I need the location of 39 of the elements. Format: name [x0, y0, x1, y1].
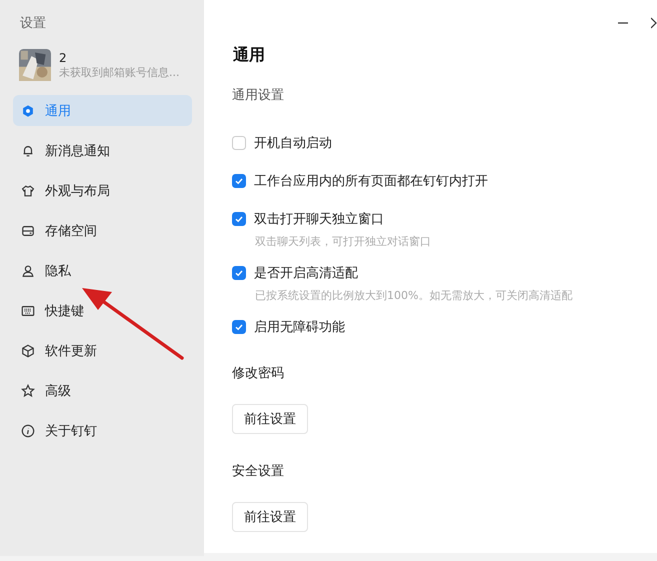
option-hint: 双击聊天列表，可打开独立对话窗口	[255, 234, 432, 249]
checkbox[interactable]	[232, 320, 246, 334]
sidebar-item[interactable]: 新消息通知	[13, 135, 192, 166]
option-label: 是否开启高清适配	[254, 265, 358, 282]
star-icon	[21, 384, 35, 398]
page-heading: 通用	[233, 45, 266, 66]
option-label: 工作台应用内的所有页面都在钉钉内打开	[254, 173, 488, 190]
hexagon-icon	[21, 104, 35, 118]
option-label: 开机自动启动	[254, 135, 332, 152]
sidebar-item[interactable]: 快捷键	[13, 295, 192, 326]
keyboard-icon	[21, 304, 35, 318]
settings-button[interactable]: 前往设置	[232, 502, 308, 532]
sidebar-item[interactable]: 高级	[13, 375, 192, 406]
cube-icon	[21, 344, 35, 358]
sidebar-item[interactable]: 软件更新	[13, 335, 192, 366]
drive-icon	[21, 224, 35, 238]
bell-icon	[21, 144, 35, 158]
sidebar-item[interactable]: 关于钉钉	[13, 415, 192, 446]
checkbox[interactable]	[232, 266, 246, 280]
checkbox[interactable]	[232, 212, 246, 226]
person-icon	[21, 264, 35, 278]
sidebar-item[interactable]: 外观与布局	[13, 175, 192, 206]
close-icon[interactable]	[651, 17, 657, 29]
sidebar-title: 设置	[19, 15, 47, 32]
group-title: 安全设置	[232, 463, 285, 480]
shirt-icon	[21, 184, 35, 198]
info-icon	[21, 424, 35, 438]
option-label: 启用无障碍功能	[254, 319, 345, 336]
sidebar-item[interactable]: 存储空间	[13, 215, 192, 246]
option-label: 双击打开聊天独立窗口	[254, 211, 384, 228]
profile-subtitle: 未获取到邮箱账号信息...	[59, 64, 180, 80]
settings-button[interactable]: 前往设置	[232, 404, 308, 434]
checkbox[interactable]	[232, 174, 246, 188]
checkbox[interactable]	[232, 136, 246, 150]
option-hint: 已按系统设置的比例放大到100%。如无需放大，可关闭高清适配	[255, 288, 574, 303]
group-title: 修改密码	[232, 365, 285, 382]
profile-name: 2	[59, 50, 68, 64]
section-title: 通用设置	[232, 87, 285, 104]
sidebar-item[interactable]: 隐私	[13, 255, 192, 286]
